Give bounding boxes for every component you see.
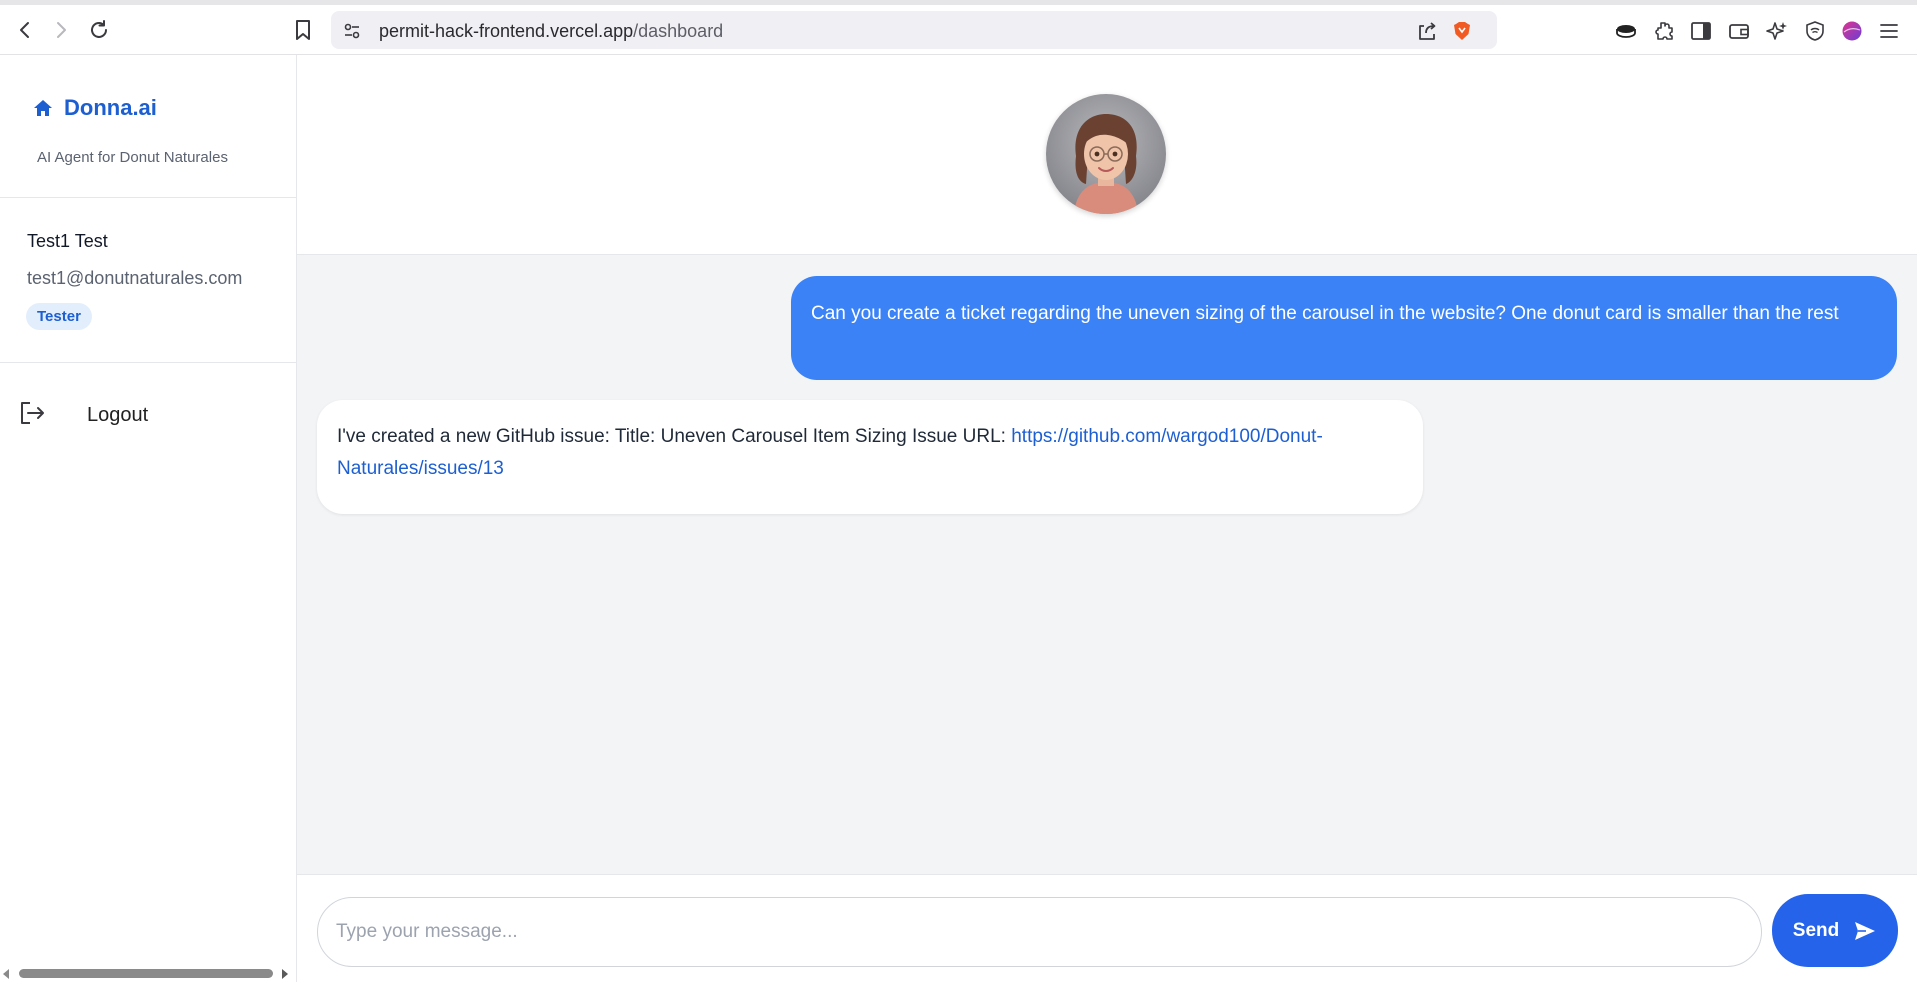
send-label: Send xyxy=(1792,919,1840,941)
message-composer: Send xyxy=(297,874,1917,982)
assistant-message-bubble: I've created a new GitHub issue: Title: … xyxy=(317,400,1423,514)
chat-header xyxy=(297,55,1917,255)
assistant-avatar xyxy=(1046,94,1166,214)
profile-avatar-icon[interactable] xyxy=(1840,19,1864,43)
site-settings-icon[interactable] xyxy=(341,20,363,42)
sidebar-toggle-icon[interactable] xyxy=(1689,19,1713,43)
url-path: /dashboard xyxy=(633,21,724,41)
send-icon xyxy=(1855,921,1876,940)
url-host: permit-hack-frontend.vercel.app xyxy=(379,21,634,41)
menu-icon[interactable] xyxy=(1877,19,1901,43)
scrollbar-thumb[interactable] xyxy=(19,969,273,978)
reload-button[interactable] xyxy=(84,15,114,45)
wallet-coin-icon[interactable] xyxy=(1614,19,1638,43)
bookmark-icon xyxy=(296,20,310,40)
logout-button[interactable]: Logout xyxy=(18,399,148,427)
message-input[interactable] xyxy=(317,897,1762,967)
user-email: test1@donutnaturales.com xyxy=(27,268,243,288)
user-name: Test1 Test xyxy=(27,231,108,251)
wallet-icon[interactable] xyxy=(1727,19,1751,43)
leo-ai-icon[interactable] xyxy=(1765,19,1789,43)
send-button[interactable]: Send xyxy=(1772,894,1898,967)
brand-link[interactable]: Donna.ai xyxy=(32,95,157,121)
reload-icon xyxy=(91,20,107,38)
back-icon xyxy=(20,22,29,38)
vpn-shield-icon[interactable] xyxy=(1803,19,1827,43)
url-text[interactable]: permit-hack-frontend.vercel.app/dashboar… xyxy=(379,21,723,42)
horizontal-scrollbar[interactable] xyxy=(0,963,297,983)
sidebar-divider xyxy=(0,362,296,363)
chat-area: Can you create a ticket regarding the un… xyxy=(297,55,1917,982)
brand-subtitle: AI Agent for Donut Naturales xyxy=(37,149,228,166)
browser-toolbar: permit-hack-frontend.vercel.app/dashboar… xyxy=(0,5,1917,55)
logout-label: Logout xyxy=(87,404,149,426)
sidebar-divider xyxy=(0,197,296,198)
bookmark-button[interactable] xyxy=(288,15,318,45)
forward-button[interactable] xyxy=(46,15,76,45)
logout-icon xyxy=(21,402,44,424)
brave-shields-icon[interactable] xyxy=(1451,20,1473,42)
brand-name: Donna.ai xyxy=(64,95,157,120)
sidebar: Donna.ai AI Agent for Donut Naturales Te… xyxy=(0,55,297,982)
assistant-message-text: I've created a new GitHub issue: Title: … xyxy=(337,426,1012,447)
back-button[interactable] xyxy=(10,15,40,45)
address-bar[interactable]: permit-hack-frontend.vercel.app/dashboar… xyxy=(331,11,1497,49)
user-message-bubble: Can you create a ticket regarding the un… xyxy=(791,276,1897,380)
scroll-right-icon[interactable] xyxy=(281,968,289,980)
extensions-icon[interactable] xyxy=(1652,19,1676,43)
role-badge: Tester xyxy=(26,303,92,330)
user-message-text: Can you create a ticket regarding the un… xyxy=(811,303,1839,324)
scroll-left-icon[interactable] xyxy=(2,968,10,980)
forward-icon xyxy=(57,22,66,38)
assistant-avatar-image xyxy=(1046,94,1166,214)
home-icon xyxy=(34,100,52,116)
share-icon[interactable] xyxy=(1416,20,1438,42)
